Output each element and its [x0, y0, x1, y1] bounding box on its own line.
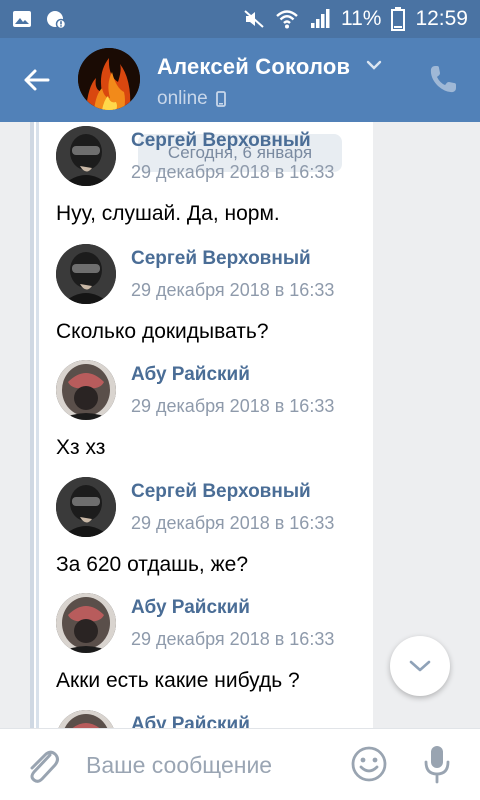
phone-icon[interactable] — [426, 62, 460, 96]
message-text: Сколько докидывать? — [56, 320, 269, 343]
message-author[interactable]: Сергей Верховный — [131, 481, 311, 503]
battery-percent: 11% — [340, 7, 382, 30]
message-author[interactable]: Абу Райский — [131, 714, 250, 728]
message-text: Акки есть какие нибудь ? — [56, 669, 300, 692]
message-author[interactable]: Сергей Верховный — [131, 130, 311, 152]
message-time: 29 декабря 2018 в 16:33 — [131, 396, 335, 416]
message-time: 29 декабря 2018 в 16:33 — [131, 629, 335, 649]
message-author[interactable]: Абу Райский — [131, 364, 250, 386]
message-time: 29 декабря 2018 в 16:33 — [131, 513, 335, 533]
mic-icon[interactable] — [422, 743, 452, 785]
scroll-down-button[interactable] — [390, 636, 450, 696]
author-avatar[interactable] — [56, 126, 116, 186]
chevron-down-icon[interactable] — [366, 60, 382, 70]
message-author[interactable]: Абу Райский — [131, 597, 250, 619]
battery-icon — [391, 7, 406, 31]
contact-status: online — [157, 88, 226, 110]
contact-avatar[interactable] — [78, 48, 140, 110]
author-avatar[interactable] — [56, 360, 116, 420]
chat-header: Алексей Соколов online — [0, 38, 480, 122]
smile-icon[interactable] — [350, 745, 388, 783]
message-time: 29 декабря 2018 в 16:33 — [131, 162, 335, 182]
message-list[interactable]: Сегодня, 6 января Сергей Верховный 29 де… — [0, 122, 480, 728]
author-avatar[interactable] — [56, 593, 116, 653]
whatsapp-icon — [47, 11, 66, 29]
mute-icon — [244, 10, 264, 28]
message-input[interactable] — [86, 743, 336, 787]
author-avatar[interactable] — [56, 477, 116, 537]
author-avatar[interactable] — [56, 244, 116, 304]
message-text: Нуу, слушай. Да, норм. — [56, 202, 280, 225]
back-arrow-icon — [24, 69, 50, 91]
image-icon — [13, 11, 31, 27]
wifi-icon — [276, 10, 298, 29]
status-bar: 11% 12:59 — [0, 0, 480, 38]
chevron-down-icon — [409, 660, 431, 672]
status-time: 12:59 — [415, 7, 468, 30]
mobile-icon — [215, 91, 226, 107]
message-composer — [0, 728, 480, 800]
message-time: 29 декабря 2018 в 16:33 — [131, 280, 335, 300]
status-text: online — [157, 88, 208, 109]
message-text: Хз хз — [56, 436, 106, 459]
message-text: За 620 отдашь, же? — [56, 553, 249, 576]
back-button[interactable] — [14, 60, 58, 100]
contact-name[interactable]: Алексей Соколов — [157, 54, 350, 80]
attach-icon[interactable] — [22, 745, 62, 787]
message-author[interactable]: Сергей Верховный — [131, 248, 311, 270]
signal-icon — [310, 9, 330, 28]
